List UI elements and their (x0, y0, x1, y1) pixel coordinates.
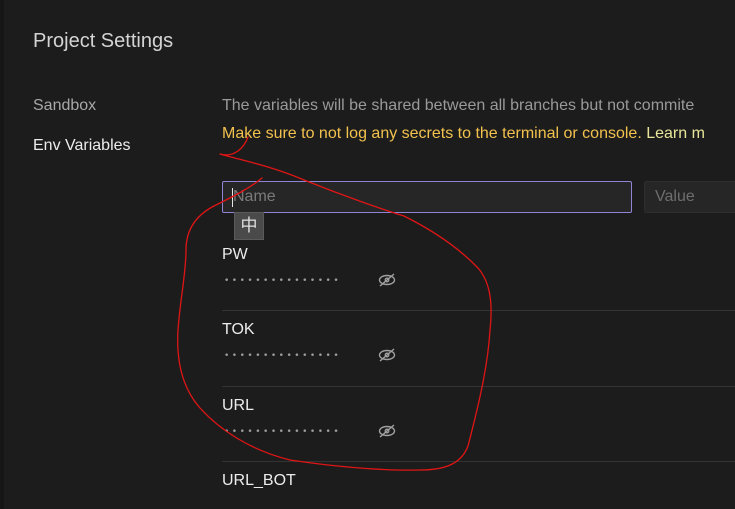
secrets-warning: Make sure to not log any secrets to the … (222, 125, 705, 143)
hand-drawn-annotation (177, 136, 492, 471)
row-divider (222, 461, 735, 462)
masked-value: ••••••••••••••• (224, 427, 342, 437)
settings-page: Project Settings Sandbox Env Variables T… (0, 0, 735, 509)
nav-item-env-variables[interactable]: Env Variables (33, 137, 131, 155)
nav-item-sandbox[interactable]: Sandbox (33, 97, 96, 115)
variable-key: URL_BOT (222, 472, 296, 489)
learn-more-link[interactable]: Learn m (646, 125, 705, 142)
env-description: The variables will be shared between all… (222, 97, 695, 114)
eye-off-icon[interactable] (377, 345, 397, 365)
value-input[interactable] (644, 181, 735, 213)
row-divider (222, 310, 735, 311)
variable-key: TOK (222, 321, 255, 338)
name-input[interactable] (222, 181, 632, 213)
ime-indicator: 中 (234, 212, 264, 240)
row-divider (222, 386, 735, 387)
eye-off-icon[interactable] (377, 421, 397, 441)
variable-key: PW (222, 246, 248, 263)
warning-text: Make sure to not log any secrets to the … (222, 125, 642, 142)
text-caret (232, 188, 233, 207)
eye-off-icon[interactable] (377, 270, 397, 290)
masked-value: ••••••••••••••• (224, 276, 342, 286)
left-edge (0, 0, 4, 509)
page-title: Project Settings (33, 30, 174, 52)
variable-key: URL (222, 397, 255, 414)
masked-value: ••••••••••••••• (224, 351, 342, 361)
